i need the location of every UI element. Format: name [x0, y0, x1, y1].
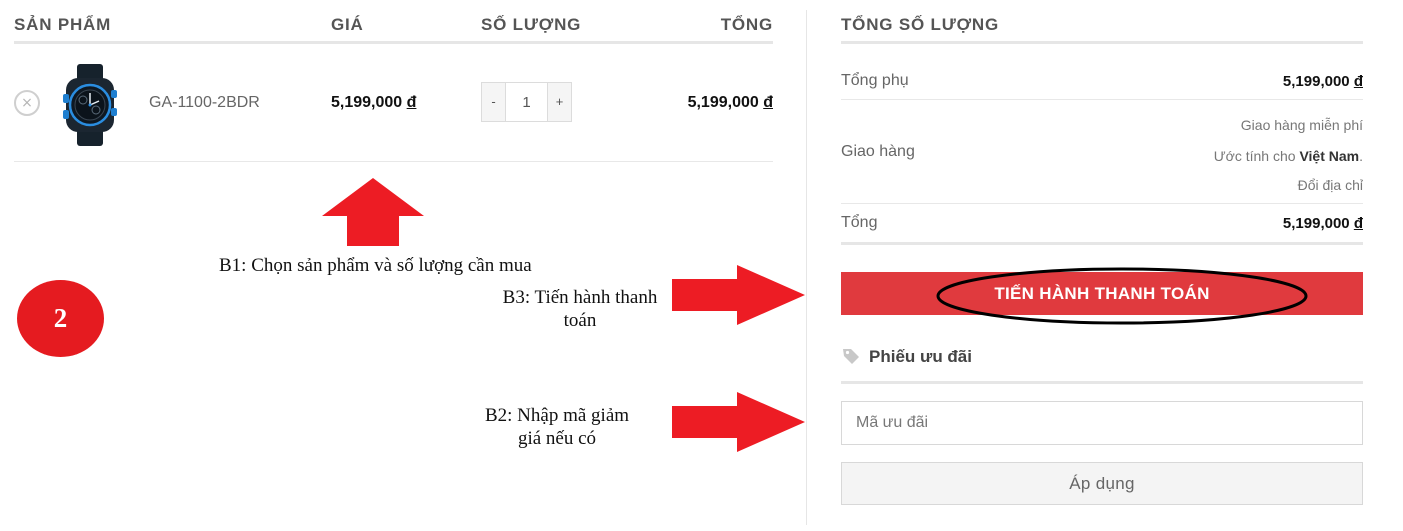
subtotal-value: 5,199,000 — [1282, 73, 1350, 90]
shipping-estimate: Ước tính cho Việt Nam. — [1214, 148, 1363, 164]
qty-input[interactable] — [506, 83, 547, 121]
currency-symbol: đ — [406, 94, 417, 111]
annotation-step-2: B2: Nhập mã giảm giá nếu có — [484, 405, 630, 449]
arrow-up-icon — [322, 178, 424, 246]
order-total-row: Tổng 5,199,000 đ — [841, 204, 1363, 245]
currency-symbol: đ — [763, 94, 773, 111]
item-subtotal-value: 5,199,000 — [687, 94, 759, 111]
remove-item-icon[interactable]: × — [14, 90, 40, 116]
annotation-step-1: B1: Chọn sản phẩm và số lượng cần mua — [219, 255, 532, 276]
order-total-value: 5,199,000 — [1282, 215, 1350, 232]
subtotal-row: Tổng phụ 5,199,000 đ — [841, 44, 1363, 100]
currency-symbol: đ — [1353, 73, 1363, 90]
cart-totals: TỔNG SỐ LƯỢNG Tổng phụ 5,199,000 đ Giao … — [841, 0, 1363, 245]
header-total: TỔNG — [720, 15, 773, 34]
coupon-title: Phiếu ưu đãi — [869, 347, 972, 366]
shipping-row: Giao hàng Giao hàng miễn phí Ước tính ch… — [841, 100, 1363, 204]
product-name[interactable]: GA-1100-2BDR — [149, 94, 260, 112]
qty-increase-button[interactable]: + — [547, 83, 571, 121]
annotation-step-3: B3: Tiến hành thanh toán — [502, 287, 658, 331]
header-price: GIÁ — [331, 15, 364, 34]
product-thumbnail[interactable] — [58, 64, 122, 146]
shipping-estimate-suffix: . — [1359, 148, 1363, 164]
header-product: SẢN PHẨM — [14, 15, 112, 34]
arrow-right-icon — [672, 265, 805, 325]
shipping-method: Giao hàng miễn phí — [1240, 117, 1363, 133]
currency-symbol: đ — [1353, 215, 1363, 232]
item-subtotal: 5,199,000 đ — [688, 94, 773, 112]
column-divider — [806, 10, 807, 525]
cart-header: SẢN PHẨM GIÁ SỐ LƯỢNG TỔNG — [14, 0, 773, 44]
totals-header: TỔNG SỐ LƯỢNG — [841, 0, 1363, 44]
coupon-section-header: Phiếu ưu đãi — [841, 344, 1363, 384]
order-total-amount: 5,199,000 đ — [1283, 215, 1363, 232]
shipping-label: Giao hàng — [841, 143, 915, 160]
qty-decrease-button[interactable]: - — [482, 83, 506, 121]
item-price-value: 5,199,000 — [331, 94, 403, 111]
header-quantity: SỐ LƯỢNG — [481, 15, 582, 34]
change-address-link[interactable]: Đổi địa chỉ — [1298, 177, 1363, 193]
cart-table: SẢN PHẨM GIÁ SỐ LƯỢNG TỔNG × GA-1100-2BD… — [14, 0, 773, 162]
step-number-badge: 2 — [17, 280, 104, 357]
arrow-right-icon — [672, 392, 805, 452]
item-price: 5,199,000 đ — [331, 94, 416, 112]
apply-coupon-button[interactable]: Áp dụng — [841, 462, 1363, 505]
subtotal-amount: 5,199,000 đ — [1283, 73, 1363, 90]
totals-title: TỔNG SỐ LƯỢNG — [841, 15, 1000, 34]
quantity-stepper: - + — [481, 82, 572, 122]
table-row: × GA-1100-2BDR 5,199,000 đ - + — [14, 44, 773, 162]
order-total-label: Tổng — [841, 214, 878, 231]
coupon-code-input[interactable] — [841, 401, 1363, 445]
shipping-country: Việt Nam — [1299, 148, 1360, 164]
highlight-ellipse — [936, 267, 1308, 325]
shipping-estimate-prefix: Ước tính cho — [1213, 148, 1296, 164]
subtotal-label: Tổng phụ — [841, 72, 909, 89]
tag-icon — [843, 349, 859, 364]
